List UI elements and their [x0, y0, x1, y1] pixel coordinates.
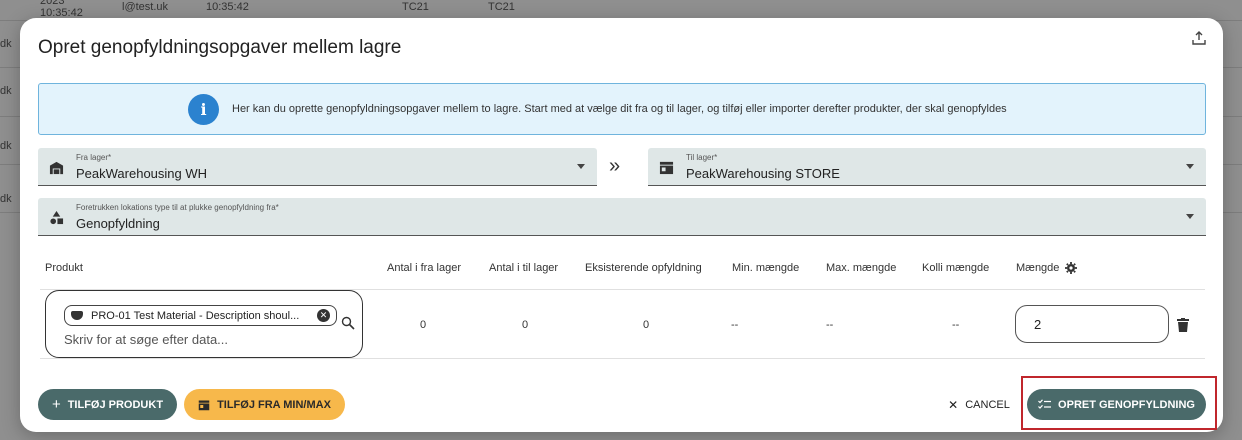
store-icon [659, 161, 674, 175]
header-qty-from: Antal i fra lager [387, 262, 461, 274]
add-product-label: TILFØJ PRODUKT [67, 398, 164, 411]
header-product: Produkt [45, 262, 83, 274]
upload-icon[interactable] [1191, 30, 1207, 46]
cancel-label: CANCEL [965, 398, 1010, 411]
warehouse-icon [49, 161, 64, 175]
cancel-button[interactable]: ✕ CANCEL [944, 389, 1014, 420]
product-chip[interactable]: PRO-01 Test Material - Description shoul… [64, 305, 337, 326]
quantity-value: 2 [1034, 317, 1042, 332]
bg-cell: l@test.uk [122, 1, 169, 13]
location-type-label: Foretrukken lokations type til at plukke… [76, 203, 279, 212]
add-minmax-label: TILFØJ FRA MIN/MAX [217, 398, 331, 411]
from-warehouse-select[interactable]: Fra lager* PeakWarehousing WH [38, 148, 597, 186]
bg-cell: dk [0, 85, 12, 97]
trash-icon[interactable] [1177, 318, 1189, 332]
header-colli: Kolli mængde [922, 262, 990, 274]
add-product-button[interactable]: + TILFØJ PRODUKT [38, 389, 177, 420]
to-warehouse-label: Til lager* [686, 153, 718, 162]
chevron-down-icon [1186, 164, 1194, 169]
store-icon [198, 400, 210, 410]
product-search-field[interactable]: PRO-01 Test Material - Description shoul… [45, 290, 363, 358]
product-thumbnail-icon [71, 311, 83, 320]
cell-colli: -- [952, 319, 960, 331]
bg-cell: TC21 [488, 1, 515, 13]
header-max: Max. mængde [826, 262, 897, 274]
location-type-value: Genopfyldning [76, 216, 160, 231]
bg-cell: dk [0, 38, 12, 50]
swap-arrows-icon: » [609, 155, 620, 177]
close-icon: ✕ [948, 397, 959, 412]
replenishment-dialog: Opret genopfyldningsopgaver mellem lagre… [20, 18, 1223, 432]
bg-cell: TC21 [402, 1, 429, 13]
cell-max: -- [826, 319, 834, 331]
bg-cell: dk [0, 193, 12, 205]
cell-existing: 0 [643, 319, 650, 331]
gear-icon[interactable] [1065, 262, 1077, 274]
from-warehouse-value: PeakWarehousing WH [76, 166, 208, 181]
chevron-down-icon [1186, 214, 1194, 219]
to-warehouse-value: PeakWarehousing STORE [686, 166, 840, 181]
add-from-minmax-button[interactable]: TILFØJ FRA MIN/MAX [184, 389, 345, 420]
cell-qty-from: 0 [420, 319, 427, 331]
highlight-box [1021, 376, 1217, 430]
header-min: Min. mængde [732, 262, 800, 274]
divider [40, 358, 1205, 359]
header-amount: Mængde [1016, 262, 1060, 274]
from-warehouse-label: Fra lager* [76, 153, 112, 162]
header-qty-to: Antal i til lager [489, 262, 559, 274]
info-text: Her kan du oprette genopfyldningsopgaver… [232, 103, 1007, 115]
info-icon: i [188, 94, 219, 125]
cell-min: -- [731, 319, 739, 331]
product-chip-label: PRO-01 Test Material - Description shoul… [91, 310, 300, 322]
header-existing: Eksisterende opfyldning [585, 262, 702, 274]
bg-cell: 10:35:42 [206, 1, 249, 13]
search-input[interactable]: Skriv for at søge efter data... [64, 332, 228, 347]
location-type-select[interactable]: Foretrukken lokations type til at plukke… [38, 198, 1206, 236]
shapes-icon [50, 210, 64, 225]
info-banner: i Her kan du oprette genopfyldningsopgav… [38, 83, 1206, 135]
chevron-down-icon [577, 164, 585, 169]
close-icon[interactable]: ✕ [317, 309, 330, 322]
bg-cell: dk [0, 140, 12, 152]
quantity-input[interactable]: 2 [1015, 305, 1169, 343]
search-icon[interactable] [341, 316, 355, 330]
dialog-title: Opret genopfyldningsopgaver mellem lagre [38, 37, 402, 58]
to-warehouse-select[interactable]: Til lager* PeakWarehousing STORE [648, 148, 1206, 186]
cell-qty-to: 0 [522, 319, 529, 331]
bg-cell: 2023 [40, 0, 65, 7]
plus-icon: + [51, 396, 61, 413]
